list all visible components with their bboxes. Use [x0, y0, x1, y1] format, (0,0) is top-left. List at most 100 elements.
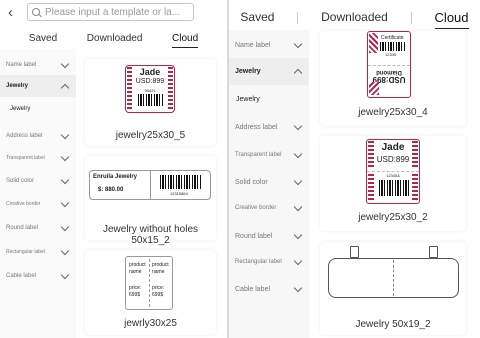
card-title: jewrly30x25: [124, 318, 177, 329]
price-text: 699$: [152, 292, 164, 298]
card-title: Jewelry without holes 50x15_2: [102, 224, 199, 246]
search-input[interactable]: Please input a template or la...: [27, 3, 194, 21]
ornament: [369, 33, 378, 53]
sidebar-item-transparent-label[interactable]: Transparent label: [0, 150, 76, 166]
sidebar-item-jewelry[interactable]: Jewelry: [0, 75, 76, 97]
barcode: [379, 180, 409, 196]
template-card[interactable]: Certificate 12345 USD:899 Diamond jewelr…: [320, 31, 466, 126]
template-card[interactable]: Jewelry 50x19_2: [320, 242, 466, 335]
chevron-down-icon: [60, 59, 70, 68]
label-code-text: 12345: [385, 52, 397, 57]
search-placeholder: Please input a template or la...: [45, 6, 181, 18]
sidebar-item-solid-color[interactable]: Solid color: [229, 173, 309, 191]
sidebar-item-name-label[interactable]: Name label: [229, 33, 309, 57]
sidebar-item-creative-border[interactable]: Creative border: [0, 196, 76, 212]
tab-separator: [297, 11, 299, 24]
price-label-text: price:: [129, 285, 142, 291]
price-label-text: price:: [152, 285, 165, 291]
sidebar-item-round-label[interactable]: Round label: [229, 227, 309, 245]
back-icon[interactable]: ‹: [8, 4, 13, 21]
chevron-down-icon: [60, 270, 70, 279]
card-title: Jewelry 50x19_2: [355, 319, 431, 330]
ornament: [412, 174, 418, 202]
label-code-text: 95421: [144, 88, 156, 93]
chevron-down-icon: [60, 222, 70, 231]
sidebar-item-address-label[interactable]: Address label: [229, 118, 309, 136]
chevron-down-icon: [293, 230, 303, 239]
template-preview: [328, 246, 459, 304]
chevron-down-icon: [60, 175, 70, 184]
template-card[interactable]: Enruila Jewelry $: 880.00 12315864 Jewel…: [85, 156, 216, 246]
product-text: product: [129, 262, 146, 268]
category-sidebar: Name label Jewelry Jewelry Address label…: [229, 30, 309, 338]
cable-hole: [429, 246, 438, 258]
chevron-down-icon: [293, 202, 303, 211]
sidebar-item-cable-label[interactable]: Cable label: [229, 280, 309, 298]
label-head-text: Jade: [381, 142, 405, 153]
card-title: jewelry25x30_5: [115, 130, 186, 141]
chevron-down-icon: [60, 246, 70, 255]
sidebar-item-jewelry[interactable]: Jewelry: [229, 58, 309, 85]
fold-line: [368, 65, 410, 66]
barcode: [160, 175, 202, 189]
sidebar-item-solid-color[interactable]: Solid color: [0, 173, 76, 189]
tab-cloud[interactable]: Cloud: [434, 10, 469, 29]
sidebar-item-transparent-label[interactable]: Transparent label: [229, 146, 309, 164]
category-sidebar: Name label Jewelry Jewelry Address label…: [0, 49, 76, 338]
sidebar-item-creative-border[interactable]: Creative border: [229, 199, 309, 217]
label-divider: [150, 171, 151, 199]
price-text: 699$: [129, 292, 141, 298]
sidebar-item-address-label[interactable]: Address label: [0, 127, 76, 145]
tab-saved[interactable]: Saved: [29, 33, 57, 44]
ornament: [369, 82, 379, 95]
sidebar-item-cable-label[interactable]: Cable label: [0, 268, 76, 284]
barcode: [138, 94, 164, 106]
chevron-up-icon: [60, 83, 70, 92]
chevron-up-icon: [293, 68, 303, 78]
chevron-down-icon: [60, 152, 70, 161]
card-title: jewelry25x30_4: [358, 107, 428, 118]
cable-hole: [350, 246, 359, 258]
sidebar-item-rectangular-label[interactable]: Rectangular label: [229, 253, 309, 271]
card-title: jewelry25x30_2: [358, 212, 428, 223]
name-text: name: [129, 269, 142, 275]
label-price-text: USD:899: [376, 155, 410, 164]
product-text: product: [152, 262, 169, 268]
template-preview: Jade USD:899 95421: [125, 65, 175, 113]
template-card[interactable]: Jade USD:899 95421 jewelry25x30_5: [85, 59, 216, 146]
sidebar-item-name-label[interactable]: Name label: [0, 53, 76, 77]
label-price-text: $: 880.00: [98, 187, 124, 193]
right-pane: Saved Downloaded Cloud Name label Jewelr…: [229, 0, 480, 338]
sidebar-subitem-jewelry[interactable]: Jewelry: [236, 96, 260, 103]
template-card[interactable]: Jade USD:899 12345& jewelry25x30_2: [320, 136, 466, 231]
tab-downloaded[interactable]: Downloaded: [87, 33, 143, 44]
chevron-down-icon: [293, 149, 303, 158]
label-head-text: Jade: [139, 67, 161, 77]
sidebar-item-round-label[interactable]: Round label: [0, 220, 76, 236]
tab-saved[interactable]: Saved: [240, 10, 274, 25]
sidebar-subitem-jewelry[interactable]: Jewelry: [10, 106, 30, 112]
left-pane: ‹ Please input a template or la... Saved…: [0, 0, 227, 338]
label-code-text: 12315864: [170, 191, 188, 196]
tab-cloud[interactable]: Cloud: [172, 33, 199, 48]
barcode: [380, 42, 406, 51]
chevron-down-icon: [293, 121, 303, 130]
fold-line: [367, 171, 419, 172]
ornament: [368, 174, 374, 202]
chevron-down-icon: [293, 176, 303, 185]
template-preview: product name price: 699$ product name pr…: [125, 256, 173, 310]
chevron-down-icon: [293, 256, 303, 265]
template-preview: Certificate 12345 USD:899 Diamond: [367, 31, 411, 98]
chevron-down-icon: [293, 283, 303, 292]
label-head-text: Enruila Jewelry: [93, 174, 138, 180]
label-divider: [149, 259, 150, 307]
tab-separator: [410, 11, 412, 24]
tab-downloaded[interactable]: Downloaded: [321, 10, 388, 25]
chevron-down-icon: [293, 39, 303, 48]
certificate-text: Certificate: [381, 35, 404, 41]
sidebar-item-rectangular-label[interactable]: Rectangular label: [0, 244, 76, 260]
template-preview: Jade USD:899 12345&: [366, 139, 420, 204]
template-preview: Enruila Jewelry $: 880.00 12315864: [89, 170, 211, 200]
name-text: name: [152, 269, 165, 275]
template-card[interactable]: product name price: 699$ product name pr…: [85, 250, 216, 335]
